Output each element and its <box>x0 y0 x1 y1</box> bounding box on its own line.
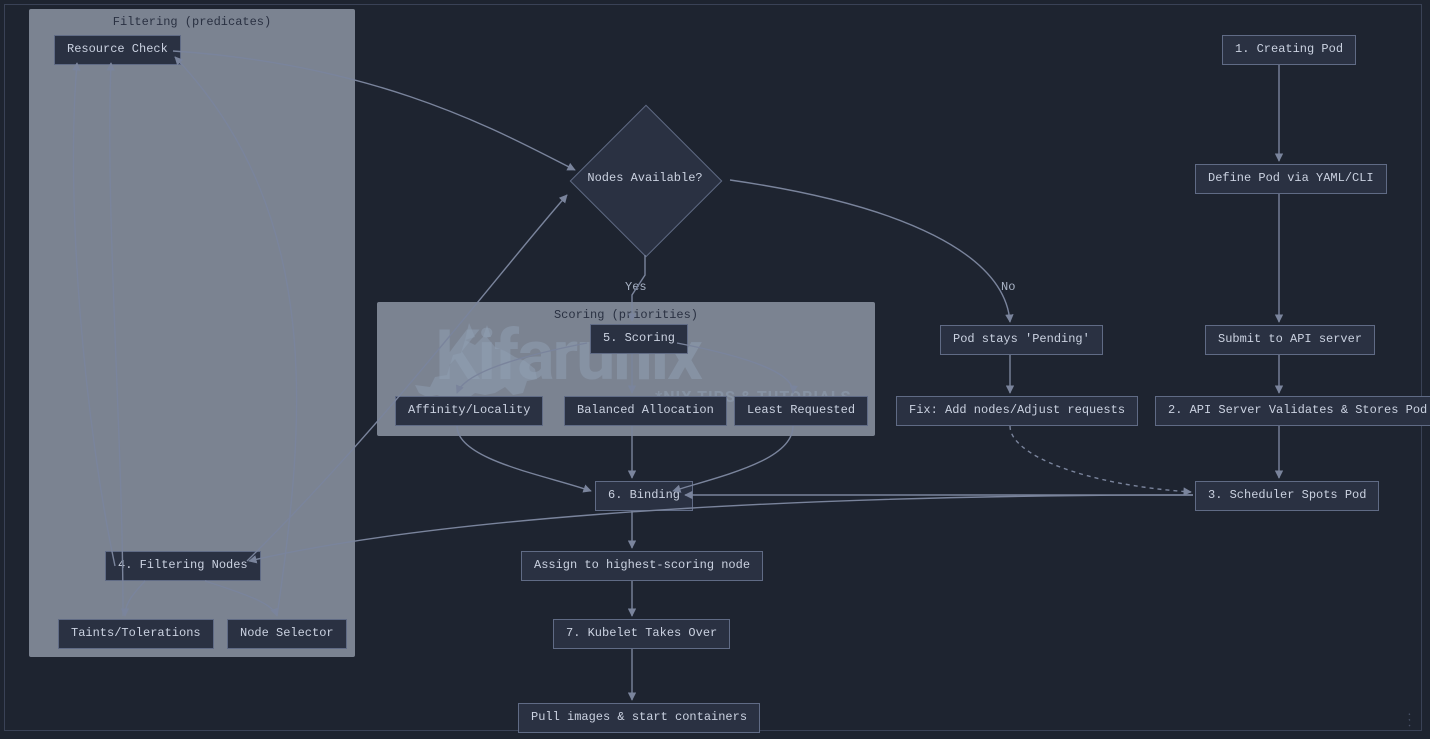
node-scheduler: 3. Scheduler Spots Pod <box>1195 481 1379 511</box>
node-node-selector: Node Selector <box>227 619 347 649</box>
resize-grip-icon: ⋰ <box>1400 709 1420 729</box>
node-creating-pod: 1. Creating Pod <box>1222 35 1356 65</box>
node-define-pod: Define Pod via YAML/CLI <box>1195 164 1387 194</box>
diagram-canvas: Kifarunix *NIX TIPS & TUTORIALS Filterin… <box>4 4 1422 731</box>
node-pull-images: Pull images & start containers <box>518 703 760 733</box>
node-balanced: Balanced Allocation <box>564 396 727 426</box>
node-binding: 6. Binding <box>595 481 693 511</box>
node-resource-check: Resource Check <box>54 35 181 65</box>
node-assign: Assign to highest-scoring node <box>521 551 763 581</box>
node-affinity: Affinity/Locality <box>395 396 543 426</box>
node-filtering-nodes: 4. Filtering Nodes <box>105 551 261 581</box>
edge-label-yes: Yes <box>625 280 647 294</box>
node-submit-api: Submit to API server <box>1205 325 1375 355</box>
node-kubelet: 7. Kubelet Takes Over <box>553 619 730 649</box>
node-taints: Taints/Tolerations <box>58 619 214 649</box>
node-scoring: 5. Scoring <box>590 324 688 354</box>
node-api-validates: 2. API Server Validates & Stores Pod <box>1155 396 1430 426</box>
group-scoring-title: Scoring (priorities) <box>377 308 875 322</box>
group-filtering-title: Filtering (predicates) <box>29 15 355 29</box>
node-least-requested: Least Requested <box>734 396 868 426</box>
node-fix-nodes: Fix: Add nodes/Adjust requests <box>896 396 1138 426</box>
edge-label-no: No <box>1001 280 1015 294</box>
node-pod-pending: Pod stays 'Pending' <box>940 325 1103 355</box>
node-nodes-available: Nodes Available? <box>560 105 730 255</box>
